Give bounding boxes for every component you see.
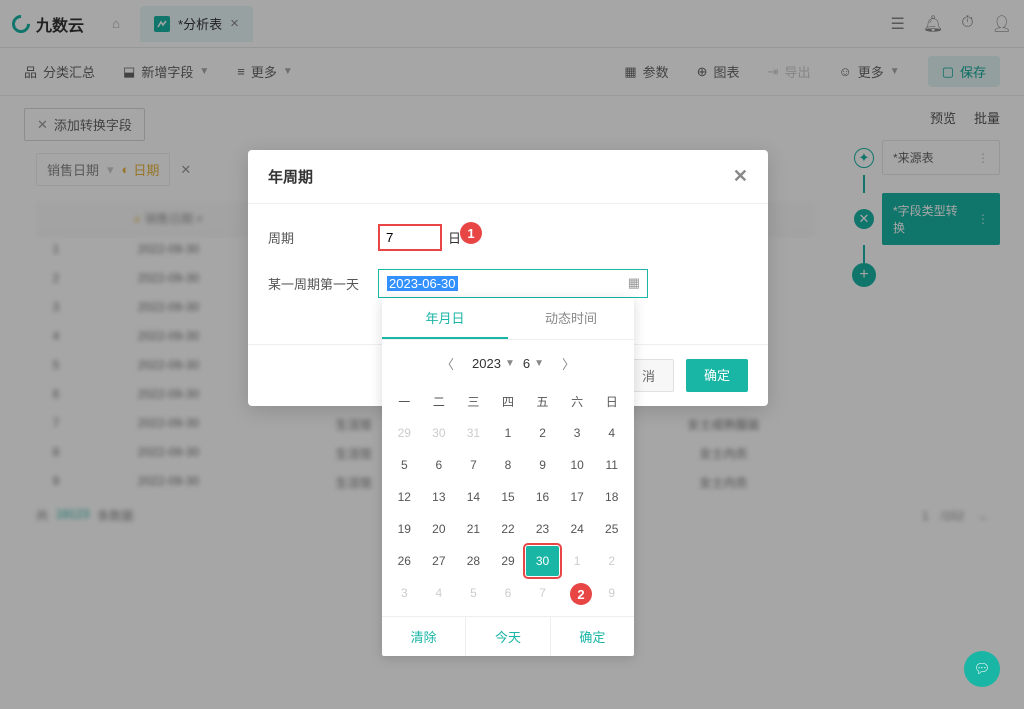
dp-day[interactable]: 3 <box>388 578 421 608</box>
dp-day[interactable]: 10 <box>561 450 594 480</box>
modal-title: 年周期 <box>268 166 313 187</box>
dp-day[interactable]: 5 <box>388 450 421 480</box>
dp-day[interactable]: 21 <box>457 514 490 544</box>
prev-month-icon[interactable]: 〈 <box>431 350 464 377</box>
period-label: 周期 <box>268 228 378 247</box>
dp-day[interactable]: 22 <box>492 514 525 544</box>
first-day-label: 某一周期第一天 <box>268 274 378 293</box>
dp-day[interactable]: 30 <box>526 546 559 576</box>
dp-day[interactable]: 7 <box>526 578 559 608</box>
period-input[interactable] <box>378 224 442 251</box>
chat-fab[interactable]: 💬︎ <box>964 651 1000 687</box>
dp-day[interactable]: 25 <box>595 514 628 544</box>
dp-day[interactable]: 13 <box>423 482 456 512</box>
ok-button[interactable]: 确定 <box>686 359 748 392</box>
dp-tab-ymd[interactable]: 年月日 <box>382 298 508 339</box>
dp-tab-dynamic[interactable]: 动态时间 <box>508 298 634 339</box>
dp-weekday: 日 <box>595 387 628 416</box>
dp-day[interactable]: 18 <box>595 482 628 512</box>
dp-weekday: 四 <box>492 387 525 416</box>
dp-day[interactable]: 28 <box>457 546 490 576</box>
dp-weekday: 三 <box>457 387 490 416</box>
dp-day[interactable]: 2 <box>526 418 559 448</box>
dp-day[interactable]: 12 <box>388 482 421 512</box>
dp-day[interactable]: 9 <box>526 450 559 480</box>
dp-weekday: 五 <box>526 387 559 416</box>
close-icon[interactable]: ✕ <box>733 166 748 187</box>
dp-day[interactable]: 31 <box>457 418 490 448</box>
dp-day[interactable]: 26 <box>388 546 421 576</box>
month-select[interactable]: 6▼ <box>523 356 544 371</box>
dp-weekday: 六 <box>561 387 594 416</box>
dp-day[interactable]: 6 <box>492 578 525 608</box>
dp-day[interactable]: 27 <box>423 546 456 576</box>
dp-day[interactable]: 14 <box>457 482 490 512</box>
dp-day[interactable]: 3 <box>561 418 594 448</box>
dp-weekday: 一 <box>388 387 421 416</box>
dp-day[interactable]: 5 <box>457 578 490 608</box>
dp-day[interactable]: 7 <box>457 450 490 480</box>
dp-day[interactable]: 24 <box>561 514 594 544</box>
dp-day[interactable]: 20 <box>423 514 456 544</box>
year-select[interactable]: 2023▼ <box>472 356 515 371</box>
datepicker: 年月日 动态时间 〈 2023▼ 6▼ 〉 一二三四五六日29303112345… <box>382 298 634 656</box>
dp-day[interactable]: 29 <box>388 418 421 448</box>
dp-day[interactable]: 4 <box>595 418 628 448</box>
dp-day[interactable]: 30 <box>423 418 456 448</box>
dp-day[interactable]: 16 <box>526 482 559 512</box>
annotation-1: 1 <box>460 222 482 244</box>
dp-weekday: 二 <box>423 387 456 416</box>
dp-day[interactable]: 15 <box>492 482 525 512</box>
dp-day[interactable]: 4 <box>423 578 456 608</box>
dp-day[interactable]: 23 <box>526 514 559 544</box>
dp-clear-button[interactable]: 清除 <box>382 617 465 656</box>
dp-day[interactable]: 6 <box>423 450 456 480</box>
annotation-2: 2 <box>570 583 592 605</box>
next-month-icon[interactable]: 〉 <box>552 350 585 377</box>
dp-confirm-button[interactable]: 确定 <box>550 617 634 656</box>
dp-day[interactable]: 1 <box>492 418 525 448</box>
calendar-icon[interactable]: ▦ <box>628 275 640 291</box>
first-day-input[interactable]: 2023-06-30 <box>378 269 648 298</box>
dp-day[interactable]: 8 <box>492 450 525 480</box>
dp-day[interactable]: 9 <box>595 578 628 608</box>
dp-day[interactable]: 11 <box>595 450 628 480</box>
dp-day[interactable]: 19 <box>388 514 421 544</box>
dp-day[interactable]: 17 <box>561 482 594 512</box>
dp-day[interactable]: 2 <box>595 546 628 576</box>
dp-today-button[interactable]: 今天 <box>465 617 549 656</box>
dp-day[interactable]: 29 <box>492 546 525 576</box>
dp-day[interactable]: 1 <box>561 546 594 576</box>
